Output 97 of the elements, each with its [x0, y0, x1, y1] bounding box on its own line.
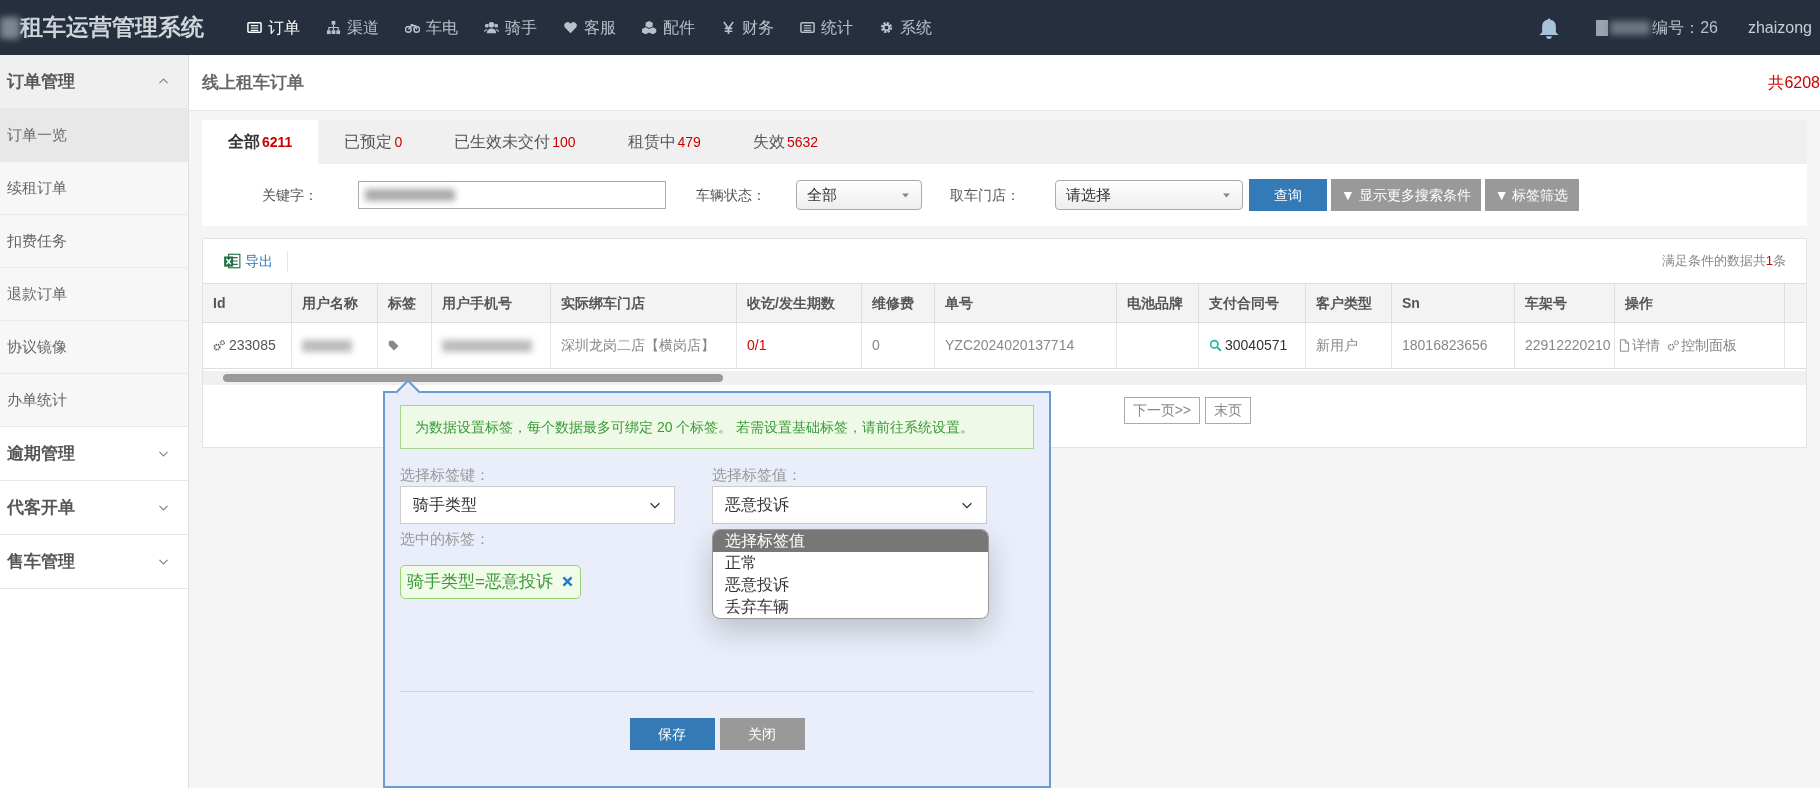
spreadsheet-icon — [223, 252, 241, 270]
sitemap-icon — [326, 20, 341, 35]
dropdown-option[interactable]: 正常 — [713, 552, 988, 574]
column-header: 客户类型 — [1306, 284, 1392, 322]
group-label: 逾期管理 — [7, 442, 75, 465]
nav-item[interactable]: 订单 — [234, 0, 313, 55]
cubes-icon — [642, 20, 657, 35]
tab[interactable]: 全部6211 — [202, 120, 319, 164]
column-header: Sn — [1392, 284, 1515, 322]
notice-message: 为数据设置标签，每个数据最多可绑定 20 个标签。 若需设置基础标签，请前往系统设置。 — [400, 405, 1034, 449]
field-label: 取车门店： — [950, 185, 1021, 205]
field-label: 关键字： — [262, 185, 319, 205]
pagination-link[interactable]: 末页 — [1205, 397, 1251, 424]
column-header: 车架号 — [1515, 284, 1615, 322]
list-icon — [247, 20, 262, 35]
column-header: 标签 — [378, 284, 432, 322]
contract-link[interactable]: 30040571 — [1209, 335, 1288, 356]
table-cell-text: 新用户 — [1316, 336, 1358, 355]
save-button[interactable]: 保存 — [629, 718, 715, 750]
result-count: 满足条件的数据共1条 — [1661, 252, 1786, 271]
group-label: 售车管理 — [7, 550, 75, 573]
dropdown-option[interactable]: 丢弃车辆 — [713, 596, 988, 618]
scrollbar[interactable] — [203, 371, 1806, 385]
account-number: 编号：26 — [1652, 17, 1718, 38]
settings-icon — [879, 20, 894, 35]
users-icon — [484, 20, 499, 35]
tab[interactable]: 已预定 0 — [318, 120, 429, 164]
status-select[interactable]: 全部 — [796, 180, 922, 210]
dropdown-option[interactable]: 选择标签值 — [713, 530, 988, 552]
sidebar-item[interactable]: 办单统计 — [0, 374, 188, 427]
table-cell-text: YZC2024020137714 — [945, 336, 1075, 355]
nav-item[interactable]: 统计 — [787, 0, 866, 55]
column-header: Id — [203, 284, 292, 322]
tag-select[interactable]: 骑手类型 — [400, 486, 675, 524]
tag-icon[interactable] — [388, 339, 400, 352]
gears-icon — [213, 339, 226, 352]
app-title: 租车运营管理系统 — [20, 13, 204, 43]
table-cell-text: 0 — [872, 336, 880, 355]
nav-item[interactable]: 客服 — [550, 0, 629, 55]
column-header: 用户手机号 — [432, 284, 551, 322]
tab[interactable]: 已生效未交付 100 — [428, 120, 602, 164]
document-icon — [1618, 339, 1631, 352]
selected-tag: 骑手类型=恶意投诉 — [400, 564, 581, 599]
dropdown-option[interactable]: 恶意投诉 — [713, 574, 988, 596]
gears-icon — [1667, 339, 1680, 352]
yen-icon — [721, 20, 736, 35]
store-select[interactable]: 请选择 — [1055, 180, 1243, 210]
pagination-link[interactable]: 下一页>> — [1123, 397, 1200, 424]
notification-icon[interactable] — [1538, 16, 1561, 39]
nav-item[interactable]: 系统 — [866, 0, 945, 55]
control-panel-link[interactable]: 控制面板 — [1667, 335, 1737, 356]
detail-link[interactable]: 详情 — [1618, 335, 1660, 356]
nav-item[interactable]: 财务 — [708, 0, 787, 55]
user-name[interactable]: zhaizong — [1747, 15, 1812, 40]
column-header: 维修费 — [862, 284, 935, 322]
field-label: 选择标签值： — [712, 465, 803, 485]
blurred-text — [0, 16, 20, 39]
remove-icon[interactable] — [560, 575, 574, 588]
column-header: 操作 — [1615, 284, 1785, 322]
page-title: 线上租车订单 — [202, 71, 304, 94]
sidebar-item[interactable]: 退款订单 — [0, 268, 188, 321]
sidebar-item[interactable]: 协议镜像 — [0, 321, 188, 374]
column-header: 实际绑车门店 — [551, 284, 737, 322]
sidebar-item[interactable]: 扣费任务 — [0, 215, 188, 268]
tab[interactable]: 租赁中 479 — [601, 120, 727, 164]
blurred-text — [302, 339, 352, 352]
search-button[interactable]: 查询 — [1249, 179, 1327, 211]
search-icon — [1209, 339, 1222, 352]
field-label: 选择标签键： — [400, 465, 491, 485]
nav-item[interactable]: 配件 — [629, 0, 708, 55]
column-header: 电池品牌 — [1117, 284, 1199, 322]
table-cell-text: 深圳龙岗二店【横岗店】 — [561, 336, 715, 355]
nav-item[interactable]: 车电 — [392, 0, 471, 55]
tab[interactable]: 失效5632 — [726, 120, 845, 164]
table-cell-text: 22912220210 — [1525, 336, 1611, 355]
list-icon — [800, 20, 815, 35]
id-cell-text: 233085 — [229, 336, 276, 355]
total-count: 共6208 — [1768, 72, 1820, 93]
sidebar-item[interactable]: 续租订单 — [0, 162, 188, 215]
nav-item[interactable]: 渠道 — [313, 0, 392, 55]
table-cell-text: 18016823656 — [1402, 336, 1488, 355]
group-label: 订单管理 — [7, 70, 75, 93]
field-label: 选中的标签： — [400, 529, 491, 549]
sidebar-item[interactable]: 订单一览 — [0, 109, 188, 162]
nav-item[interactable]: 骑手 — [471, 0, 550, 55]
heart-icon — [563, 20, 578, 35]
sidebar-group[interactable]: 订单管理 — [0, 55, 188, 109]
field-label: 车辆状态： — [696, 185, 767, 205]
column-header: 支付合同号 — [1199, 284, 1306, 322]
export-link[interactable]: 导出 — [223, 250, 288, 272]
tag-select[interactable]: 恶意投诉 — [712, 486, 987, 524]
column-header: 收讫/发生期数 — [737, 284, 862, 322]
column-header: 用户名称 — [292, 284, 378, 322]
group-label: 代客开单 — [7, 496, 75, 519]
keyword-field[interactable] — [358, 181, 666, 209]
column-header: 单号 — [935, 284, 1117, 322]
table-cell-text: 0/1 — [747, 336, 767, 355]
